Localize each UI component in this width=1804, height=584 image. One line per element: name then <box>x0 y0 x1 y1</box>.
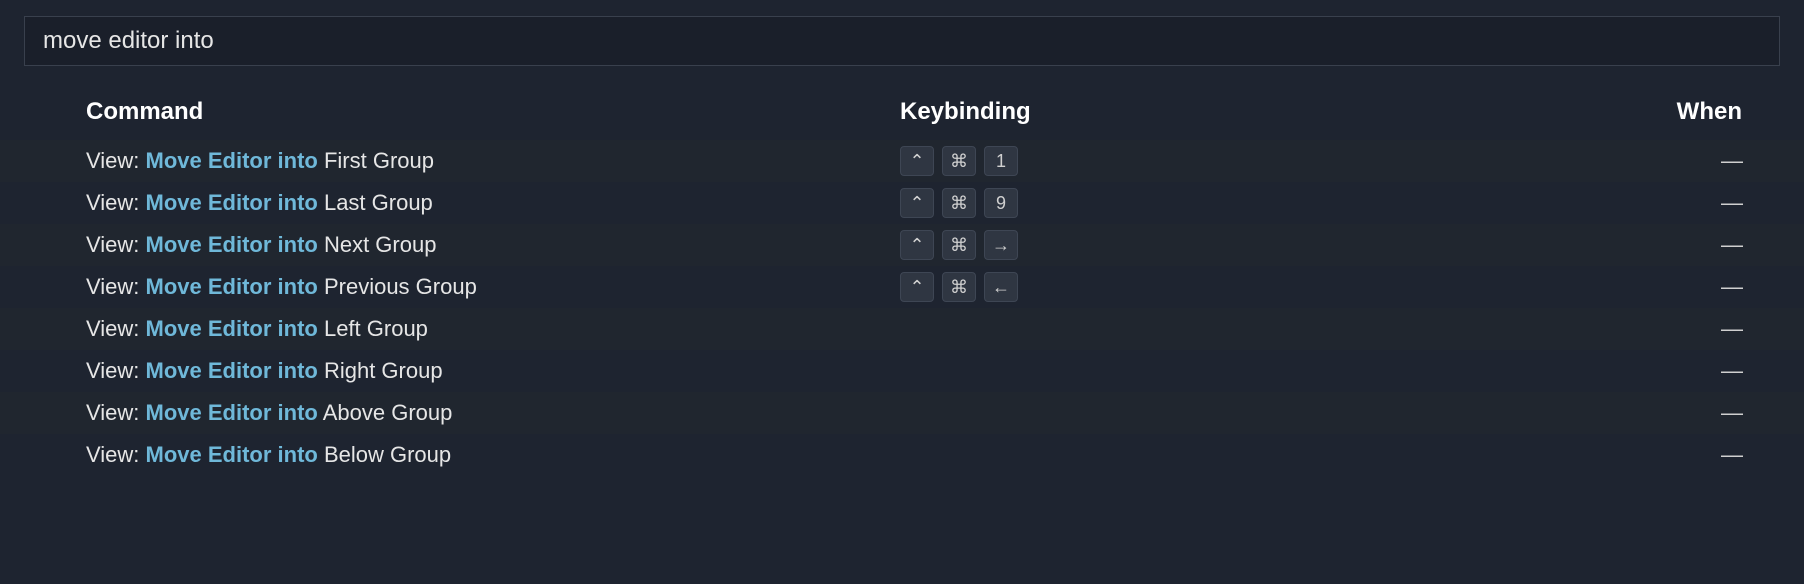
keybinding-cell: ⌃ ⌘ 1 <box>900 146 1440 176</box>
command-suffix: Next Group <box>318 232 437 257</box>
command-cell: View: Move Editor into Left Group <box>0 316 900 342</box>
when-cell: — <box>1440 232 1804 258</box>
command-prefix: View: <box>86 148 146 173</box>
command-suffix: Left Group <box>318 316 428 341</box>
table-row[interactable]: View: Move Editor into Right Group — <box>0 350 1804 392</box>
command-cell: View: Move Editor into Right Group <box>0 358 900 384</box>
table-header-row: Command Keybinding When <box>0 88 1804 140</box>
command-prefix: View: <box>86 400 146 425</box>
when-cell: — <box>1440 400 1804 426</box>
table-row[interactable]: View: Move Editor into Left Group — <box>0 308 1804 350</box>
command-suffix: Last Group <box>318 190 433 215</box>
cmd-key-icon: ⌘ <box>942 272 976 302</box>
keybinding-cell: ⌃ ⌘ 9 <box>900 188 1440 218</box>
command-cell: View: Move Editor into Last Group <box>0 190 900 216</box>
table-row[interactable]: View: Move Editor into Previous Group ⌃ … <box>0 266 1804 308</box>
table-row[interactable]: View: Move Editor into Next Group ⌃ ⌘ → … <box>0 224 1804 266</box>
ctrl-key-icon: ⌃ <box>900 272 934 302</box>
arrow-right-key-icon: → <box>984 230 1018 260</box>
header-keybinding: Keybinding <box>900 98 1440 126</box>
command-suffix: First Group <box>318 148 434 173</box>
header-when: When <box>1440 98 1804 126</box>
command-highlight: Move Editor into <box>146 232 318 257</box>
when-cell: — <box>1440 190 1804 216</box>
table-row[interactable]: View: Move Editor into Below Group — <box>0 434 1804 476</box>
command-highlight: Move Editor into <box>146 274 318 299</box>
command-cell: View: Move Editor into Below Group <box>0 442 900 468</box>
command-prefix: View: <box>86 190 146 215</box>
table-row[interactable]: View: Move Editor into Above Group — <box>0 392 1804 434</box>
when-cell: — <box>1440 316 1804 342</box>
keybinding-cell: ⌃ ⌘ → <box>900 230 1440 260</box>
command-cell: View: Move Editor into Next Group <box>0 232 900 258</box>
command-highlight: Move Editor into <box>146 358 318 383</box>
search-input[interactable] <box>24 16 1780 66</box>
ctrl-key-icon: ⌃ <box>900 188 934 218</box>
header-command: Command <box>0 98 900 126</box>
cmd-key-icon: ⌘ <box>942 188 976 218</box>
command-prefix: View: <box>86 358 146 383</box>
command-cell: View: Move Editor into Above Group <box>0 400 900 426</box>
command-highlight: Move Editor into <box>146 442 318 467</box>
when-cell: — <box>1440 148 1804 174</box>
when-cell: — <box>1440 442 1804 468</box>
ctrl-key-icon: ⌃ <box>900 230 934 260</box>
when-cell: — <box>1440 274 1804 300</box>
command-suffix: Below Group <box>318 442 451 467</box>
num9-key-icon: 9 <box>984 188 1018 218</box>
shortcuts-table: Command Keybinding When View: Move Edito… <box>0 88 1804 476</box>
command-suffix: Right Group <box>318 358 443 383</box>
cmd-key-icon: ⌘ <box>942 230 976 260</box>
command-prefix: View: <box>86 316 146 341</box>
arrow-left-key-icon: ← <box>984 272 1018 302</box>
command-prefix: View: <box>86 274 146 299</box>
ctrl-key-icon: ⌃ <box>900 146 934 176</box>
command-highlight: Move Editor into <box>146 190 318 215</box>
when-cell: — <box>1440 358 1804 384</box>
command-cell: View: Move Editor into First Group <box>0 148 900 174</box>
keyboard-shortcuts-panel: Command Keybinding When View: Move Edito… <box>0 0 1804 476</box>
command-highlight: Move Editor into <box>146 316 318 341</box>
command-highlight: Move Editor into <box>146 400 318 425</box>
command-cell: View: Move Editor into Previous Group <box>0 274 900 300</box>
command-prefix: View: <box>86 442 146 467</box>
table-row[interactable]: View: Move Editor into Last Group ⌃ ⌘ 9 … <box>0 182 1804 224</box>
num1-key-icon: 1 <box>984 146 1018 176</box>
command-suffix: Above Group <box>318 400 453 425</box>
table-row[interactable]: View: Move Editor into First Group ⌃ ⌘ 1… <box>0 140 1804 182</box>
keybinding-cell: ⌃ ⌘ ← <box>900 272 1440 302</box>
cmd-key-icon: ⌘ <box>942 146 976 176</box>
search-wrap <box>0 0 1804 66</box>
command-suffix: Previous Group <box>318 274 477 299</box>
command-prefix: View: <box>86 232 146 257</box>
command-highlight: Move Editor into <box>146 148 318 173</box>
